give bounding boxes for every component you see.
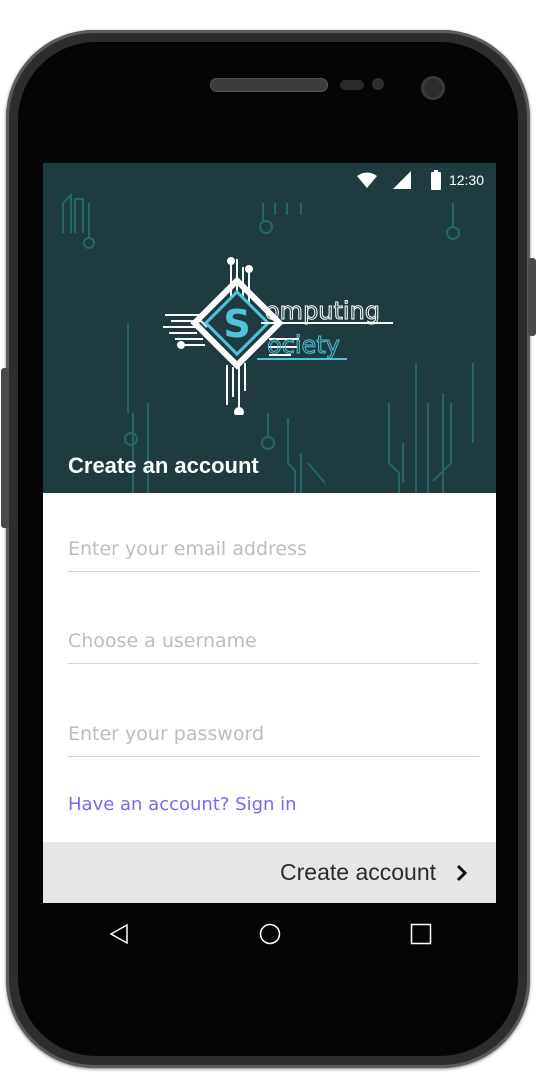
- action-bar: Create account: [43, 842, 496, 903]
- nav-home-button[interactable]: [240, 904, 300, 964]
- logo-line-2: ociety: [267, 331, 340, 359]
- create-account-label: Create account: [280, 859, 436, 885]
- email-field[interactable]: [68, 527, 479, 572]
- nav-back-button[interactable]: [89, 904, 149, 964]
- password-field[interactable]: [68, 712, 479, 757]
- back-icon: [108, 923, 128, 945]
- system-nav-bar: [43, 903, 496, 965]
- logo-letter: S: [223, 302, 250, 346]
- create-account-button[interactable]: Create account: [280, 842, 468, 903]
- volume-button: [1, 368, 9, 528]
- status-bar: 12:30: [43, 163, 496, 197]
- home-icon: [259, 923, 280, 945]
- logo-line-1: omputing: [265, 297, 380, 325]
- signal-icon: [392, 171, 411, 189]
- front-camera-icon: [421, 76, 445, 100]
- chevron-right-icon: [456, 864, 468, 881]
- app-screen: 12:30 S omputing ociety Create an accoun…: [43, 163, 496, 903]
- earpiece-speaker: [210, 78, 328, 92]
- nav-recents-button[interactable]: [391, 904, 451, 964]
- username-field[interactable]: [68, 619, 479, 664]
- sign-in-link[interactable]: Have an account? Sign in: [68, 794, 297, 815]
- battery-icon: [430, 170, 441, 190]
- computing-society-logo: S omputing ociety: [163, 257, 393, 415]
- header-banner: 12:30 S omputing ociety Create an accoun…: [43, 163, 496, 493]
- notification-led: [372, 78, 384, 90]
- proximity-sensor: [340, 80, 364, 90]
- page-title: Create an account: [68, 453, 259, 478]
- wifi-icon: [356, 172, 377, 188]
- power-button: [528, 258, 536, 336]
- status-time: 12:30: [448, 172, 484, 188]
- recents-icon: [410, 923, 431, 945]
